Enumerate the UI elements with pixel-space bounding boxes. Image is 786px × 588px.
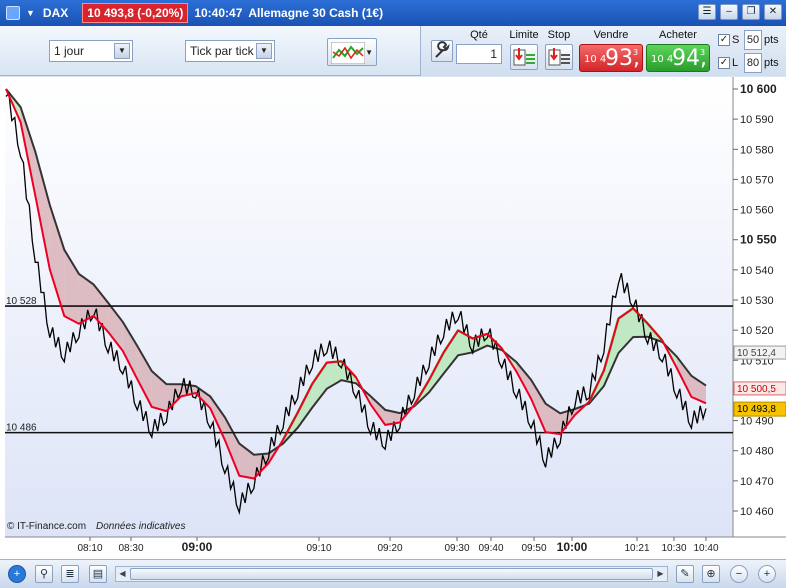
copyright-text: © IT-Finance.com bbox=[7, 521, 86, 532]
y-tick-label: 10 550 bbox=[740, 233, 777, 247]
y-tick-label: 10 560 bbox=[740, 205, 774, 217]
s-points-input[interactable]: 50 bbox=[744, 30, 762, 50]
restore-icon[interactable]: ❐ bbox=[742, 4, 760, 20]
instrument-name: Allemagne 30 Cash (1€) bbox=[248, 6, 384, 20]
last-update-time: 10:40:47 bbox=[194, 6, 243, 20]
y-tick-label: 10 530 bbox=[740, 295, 774, 307]
chart-status-bar: + ⚲ ≣ ▤ ◀ ▶ ✎ ⊕ − + bbox=[0, 559, 786, 588]
add-icon[interactable]: + bbox=[8, 565, 26, 583]
minimize-icon[interactable]: – bbox=[720, 4, 738, 20]
x-tick-label: 09:30 bbox=[444, 543, 469, 554]
stop-label: Stop bbox=[547, 29, 571, 41]
buy-label: Acheter bbox=[659, 29, 697, 41]
chevron-down-icon[interactable]: ▼ bbox=[365, 48, 373, 57]
l-pts-label: pts bbox=[764, 57, 779, 69]
magnet-icon[interactable]: ⚲ bbox=[35, 565, 53, 583]
svg-text:10 512,4: 10 512,4 bbox=[737, 348, 776, 359]
y-tick-label: 10 490 bbox=[740, 416, 774, 428]
x-tick-label: 10:00 bbox=[557, 540, 588, 554]
sell-label: Vendre bbox=[593, 29, 629, 41]
x-tick-label: 10:30 bbox=[661, 543, 686, 554]
zoom-out-icon[interactable]: − bbox=[730, 565, 748, 583]
x-tick-label: 08:10 bbox=[77, 543, 102, 554]
time-scrollbar[interactable]: ◀ ▶ bbox=[115, 566, 668, 582]
y-tick-label: 10 470 bbox=[740, 476, 774, 488]
stop-loss-checkbox[interactable]: ✓ bbox=[718, 34, 730, 46]
instrument-dropdown-icon[interactable]: ▼ bbox=[26, 8, 35, 18]
limit-checkbox[interactable]: ✓ bbox=[718, 57, 730, 69]
period-select[interactable]: 1 jour ▼ bbox=[49, 40, 133, 62]
l-points-input[interactable]: 80 bbox=[744, 53, 762, 73]
y-tick-label: 10 460 bbox=[740, 506, 774, 518]
x-tick-label: 09:20 bbox=[377, 543, 402, 554]
buy-price-decimal: 3 bbox=[700, 48, 706, 57]
settings-wrench-icon[interactable] bbox=[431, 40, 453, 62]
l-label: L bbox=[732, 57, 739, 69]
qty-input[interactable]: 1 bbox=[456, 44, 502, 64]
x-tick-label: 09:10 bbox=[306, 543, 331, 554]
buy-price-prefix: 10 4 bbox=[651, 54, 674, 65]
instrument-symbol[interactable]: DAX bbox=[43, 6, 68, 20]
stop-order-icon bbox=[548, 48, 570, 66]
order-list-icon[interactable]: ▤ bbox=[89, 565, 107, 583]
app-logo-icon bbox=[6, 6, 20, 20]
indicators-button[interactable]: ▼ bbox=[327, 38, 377, 66]
x-tick-label: 09:00 bbox=[182, 540, 213, 554]
buy-button[interactable]: 10 4 94, 3 bbox=[646, 44, 710, 72]
y-tick-label: 10 590 bbox=[740, 114, 774, 126]
resistance-line-label: 10 528 bbox=[6, 296, 37, 307]
limit-order-icon bbox=[513, 48, 535, 66]
chevron-down-icon[interactable]: ▼ bbox=[256, 43, 272, 59]
indicative-data-text: Données indicatives bbox=[96, 521, 186, 532]
draw-tools-icon[interactable]: ✎ bbox=[676, 565, 694, 583]
x-tick-label: 09:40 bbox=[478, 543, 503, 554]
y-tick-label: 10 570 bbox=[740, 174, 774, 186]
limit-order-button[interactable] bbox=[510, 44, 538, 70]
s-label: S bbox=[732, 34, 740, 46]
x-tick-label: 09:50 bbox=[521, 543, 546, 554]
stop-order-button[interactable] bbox=[545, 44, 573, 70]
y-tick-label: 10 520 bbox=[740, 325, 774, 337]
x-tick-label: 10:40 bbox=[693, 543, 718, 554]
y-tick-label: 10 580 bbox=[740, 144, 774, 156]
y-axis-ticks: 10 600 10 590 10 580 10 570 10 560 10 550 10 5… bbox=[733, 82, 777, 518]
mode-select-value: Tick par tick bbox=[190, 44, 254, 58]
zoom-fit-icon[interactable]: ⊕ bbox=[702, 565, 720, 583]
mode-select[interactable]: Tick par tick ▼ bbox=[185, 40, 275, 62]
price-tag-512: 10 512,4 bbox=[733, 345, 786, 360]
scroll-left-icon[interactable]: ◀ bbox=[116, 567, 129, 581]
price-chart[interactable]: 10 600 10 590 10 580 10 570 10 560 10 550 10 5… bbox=[0, 77, 786, 559]
scrollbar-thumb[interactable] bbox=[130, 568, 653, 580]
svg-text:10 493,8: 10 493,8 bbox=[737, 404, 776, 415]
sell-price-prefix: 10 4 bbox=[584, 54, 607, 65]
x-tick-label: 10:21 bbox=[624, 543, 649, 554]
close-icon[interactable]: ✕ bbox=[764, 4, 782, 20]
svg-text:10 500,5: 10 500,5 bbox=[737, 384, 776, 395]
list-icon[interactable]: ≣ bbox=[61, 565, 79, 583]
indicators-icon bbox=[331, 42, 365, 64]
x-axis-ticks: 08:10 08:30 09:00 09:10 09:20 09:30 09:40 09:50… bbox=[77, 537, 719, 554]
sell-button[interactable]: 10 4 93, 3 bbox=[579, 44, 643, 72]
y-tick-label: 10 480 bbox=[740, 446, 774, 458]
plot-area bbox=[5, 77, 733, 537]
price-chart-canvas[interactable]: 10 600 10 590 10 580 10 570 10 560 10 550 10 5… bbox=[0, 77, 786, 559]
limit-label: Limite bbox=[509, 29, 539, 41]
qty-label: Qté bbox=[470, 29, 488, 41]
price-change-badge: 10 493,8 (-0,20%) bbox=[82, 3, 189, 23]
s-pts-label: pts bbox=[764, 34, 779, 46]
period-select-value: 1 jour bbox=[54, 44, 85, 58]
last-price-tag: 10 493,8 bbox=[733, 401, 786, 417]
title-bar: ▼ DAX 10 493,8 (-0,20%) 10:40:47 Allemag… bbox=[0, 0, 786, 26]
price-tag-500: 10 500,5 bbox=[733, 381, 786, 396]
support-line-label: 10 486 bbox=[6, 423, 37, 434]
x-tick-label: 08:30 bbox=[118, 543, 143, 554]
zoom-in-icon[interactable]: + bbox=[758, 565, 776, 583]
y-tick-label: 10 540 bbox=[740, 265, 774, 277]
y-tick-label: 10 600 bbox=[740, 82, 777, 96]
scroll-right-icon[interactable]: ▶ bbox=[654, 567, 667, 581]
window-menu-icon[interactable]: ☰ bbox=[698, 4, 716, 20]
sell-price-decimal: 3 bbox=[633, 48, 639, 57]
chevron-down-icon[interactable]: ▼ bbox=[114, 43, 130, 59]
